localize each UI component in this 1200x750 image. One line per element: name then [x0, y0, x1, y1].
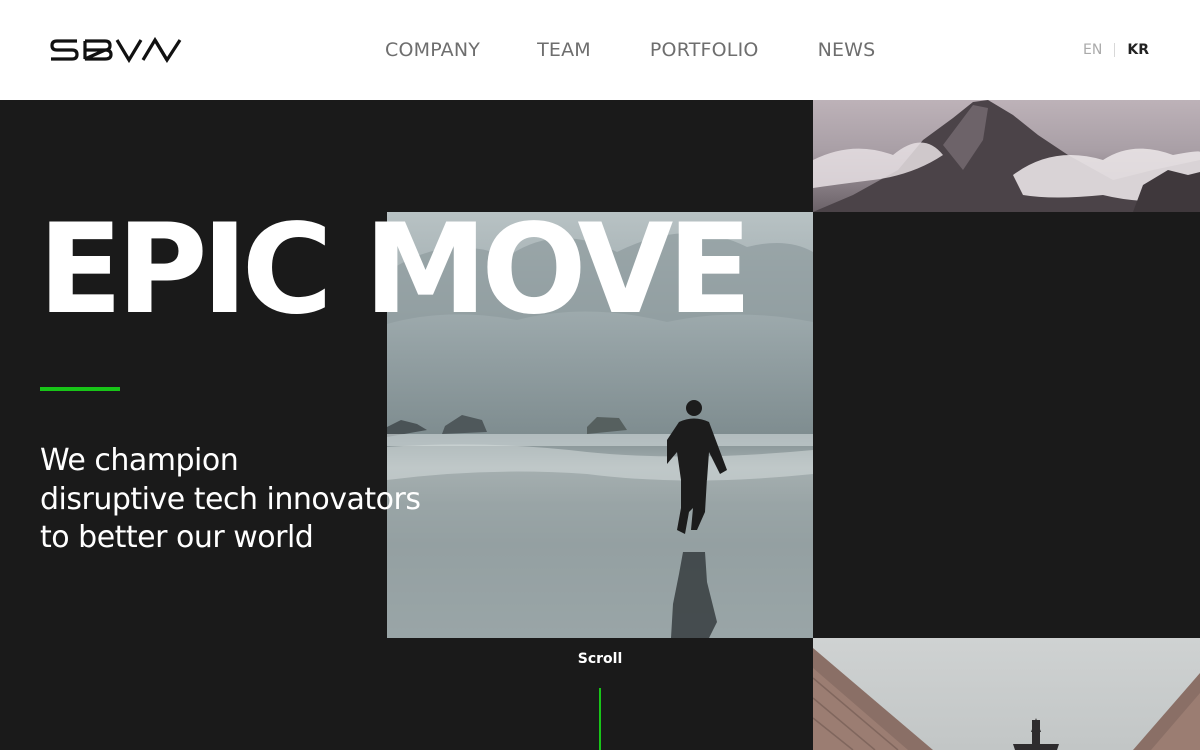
nav-news[interactable]: NEWS [818, 39, 876, 61]
scroll-indicator-label[interactable]: Scroll [560, 651, 640, 667]
nav-portfolio[interactable]: PORTFOLIO [650, 39, 759, 61]
nav-team[interactable]: TEAM [537, 39, 591, 61]
accent-divider [40, 387, 120, 391]
hero-headline: EPIC MOVE [38, 198, 752, 342]
language-switcher: EN KR [1083, 0, 1149, 100]
tagline-line-1: We champion [40, 443, 239, 478]
tagline-line-2: disruptive tech innovators [40, 481, 421, 517]
hero-tagline: We champion disruptive tech innovators t… [40, 442, 421, 558]
lang-divider [1114, 43, 1116, 57]
scroll-indicator-line [599, 688, 601, 750]
airplane-image [813, 638, 1200, 750]
sbva-logo[interactable] [50, 37, 184, 63]
nav-company[interactable]: COMPANY [385, 39, 480, 61]
sbva-logo-icon [50, 37, 182, 63]
site-header: COMPANY TEAM PORTFOLIO NEWS EN KR [0, 0, 1200, 100]
tagline-line-3: to better our world [40, 520, 314, 555]
mountain-image [813, 100, 1200, 212]
lang-kr-link[interactable]: KR [1127, 42, 1149, 58]
main-nav: COMPANY TEAM PORTFOLIO NEWS [385, 0, 875, 100]
lang-en-link[interactable]: EN [1083, 42, 1102, 58]
